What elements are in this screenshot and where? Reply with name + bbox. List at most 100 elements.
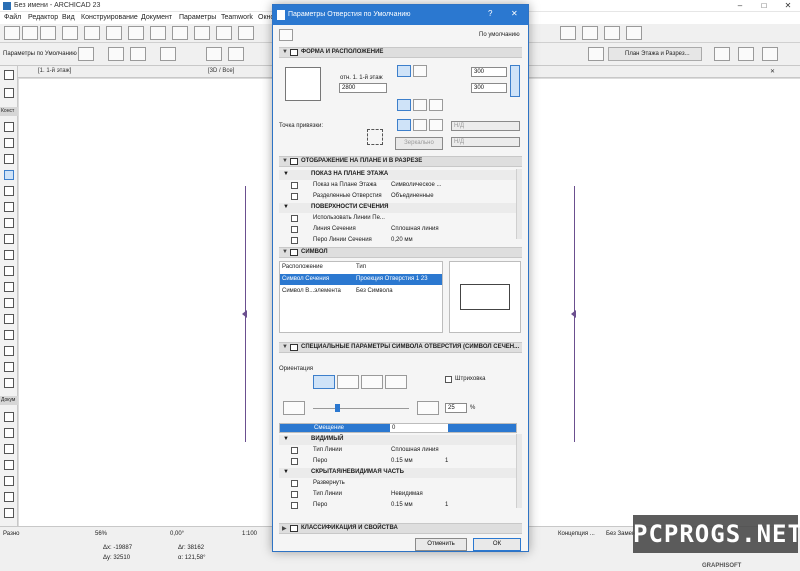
elevation-input[interactable]: 2800 [339, 83, 387, 93]
mesh-tool-icon[interactable] [4, 362, 14, 372]
geometry-method-icon[interactable] [108, 47, 124, 61]
row-lock-checkbox[interactable] [291, 447, 298, 454]
snap-icon[interactable] [128, 26, 144, 40]
undo-icon[interactable] [62, 26, 78, 40]
skylight-tool-icon[interactable] [4, 282, 14, 292]
rectangle-shape-button[interactable] [397, 65, 411, 77]
setting-row[interactable]: Перо Линии Сечения 0,20 мм [279, 236, 517, 246]
orientation-button-2[interactable] [413, 99, 427, 111]
zoom-value[interactable]: 56% [95, 531, 107, 537]
circle-tool-icon[interactable] [4, 508, 14, 518]
menu-design[interactable]: Конструирование [81, 14, 138, 21]
menu-edit[interactable]: Редактор [28, 14, 58, 21]
menu-teamwork[interactable]: Teamwork [221, 14, 253, 21]
hatch-checkbox[interactable] [445, 376, 452, 383]
minimize-button[interactable]: – [728, 0, 752, 12]
setting-row[interactable]: Перо 0.15 мм 1 [279, 457, 517, 467]
width-input[interactable]: 300 [471, 67, 507, 77]
cancel-button[interactable]: Отменить [415, 538, 467, 551]
circle-shape-icon[interactable] [228, 47, 244, 61]
open-file-icon[interactable] [22, 26, 38, 40]
row-lock-checkbox[interactable] [291, 458, 298, 465]
link-dimensions-icon[interactable] [510, 65, 520, 97]
mode-label[interactable]: Разно [3, 531, 19, 537]
save-icon[interactable] [40, 26, 56, 40]
row-lock-checkbox[interactable] [291, 502, 298, 509]
design-group-header[interactable]: Конст [0, 107, 18, 116]
favorites-star-icon[interactable] [279, 29, 293, 41]
maximize-button[interactable]: □ [752, 0, 776, 12]
slab-tool-icon[interactable] [4, 378, 14, 388]
level-tool-icon[interactable] [4, 428, 14, 438]
roof-tool-icon[interactable] [4, 250, 14, 260]
display-scrollbar[interactable] [516, 169, 522, 239]
3d-view-icon[interactable] [560, 26, 576, 40]
beam-tool-icon[interactable] [4, 154, 14, 164]
orientation-button-3[interactable] [429, 99, 443, 111]
view-map-icon[interactable] [588, 47, 604, 61]
group-header-row[interactable]: ПОВЕРХНОСТИ СЕЧЕНИЯ ▼ [279, 203, 517, 213]
extrusion-button-2[interactable] [413, 119, 427, 131]
anchor-icon[interactable] [160, 47, 176, 61]
setting-row[interactable]: Разделенные Отверстия Объединенные [279, 192, 517, 202]
setting-row[interactable]: Показ на Плане Этажа Символическое ... [279, 181, 517, 191]
row-lock-checkbox[interactable] [291, 215, 298, 222]
section-display-header[interactable]: ▼ ОТОБРАЖЕНИЕ НА ПЛАНЕ И В РАЗРЕЗЕ [279, 156, 522, 167]
section-special-header[interactable]: ▼ СПЕЦИАЛЬНЫЕ ПАРАМЕТРЫ СИМВОЛА ОТВЕРСТИ… [279, 342, 522, 353]
anchor-grid-icon[interactable] [367, 129, 383, 145]
stair-tool-icon[interactable] [4, 218, 14, 228]
opening-tool-icon[interactable] [4, 170, 14, 180]
render-settings-icon[interactable] [714, 47, 730, 61]
collapse-arrow-icon[interactable]: ▼ [283, 436, 289, 442]
zone-tool-icon[interactable] [4, 346, 14, 356]
layers-icon[interactable] [172, 26, 188, 40]
wall-tool-icon[interactable] [4, 122, 14, 132]
rectangle-shape-icon-2[interactable] [206, 47, 222, 61]
collapse-arrow-icon[interactable]: ▼ [283, 204, 289, 210]
section-symbol-header[interactable]: ▼ СИМВОЛ [279, 247, 522, 258]
tab-floor-plan[interactable]: [1. 1-й этаж] [38, 68, 71, 74]
camera-icon[interactable] [738, 47, 754, 61]
row-lock-checkbox[interactable] [291, 237, 298, 244]
height-input[interactable]: 300 [471, 83, 507, 93]
dimension-tool-icon[interactable] [4, 412, 14, 422]
section-form-header[interactable]: ▼ ФОРМА И РАСПОЛОЖЕНИЕ [279, 47, 522, 58]
collapse-arrow-icon[interactable]: ▼ [283, 469, 289, 475]
group-header-row[interactable]: ВИДИМЫЙ ▼ [279, 435, 517, 445]
percent-input[interactable]: 25 [445, 403, 467, 413]
fill-icon[interactable] [194, 26, 210, 40]
symbol-row[interactable]: Символ В...элемента Без Символа [280, 286, 442, 297]
close-tab-icon[interactable]: ✕ [770, 68, 775, 75]
orientation-option-1[interactable] [313, 375, 335, 389]
row-lock-checkbox[interactable] [291, 480, 298, 487]
label-tool-icon[interactable] [4, 460, 14, 470]
line-tool-icon[interactable] [4, 492, 14, 502]
ratio-slider-thumb[interactable] [335, 404, 340, 412]
row-lock-checkbox[interactable] [291, 226, 298, 233]
orientation-option-3[interactable] [361, 375, 383, 389]
collapse-arrow-icon[interactable]: ▼ [283, 171, 289, 177]
close-app-button[interactable]: ✕ [776, 0, 800, 12]
render-icon[interactable] [604, 26, 620, 40]
menu-view[interactable]: Вид [62, 14, 75, 21]
orientation-button-1[interactable] [397, 99, 411, 111]
dialog-close-button[interactable]: ✕ [511, 9, 518, 18]
extrusion-button-1[interactable] [397, 119, 411, 131]
section-icon[interactable] [582, 26, 598, 40]
row-lock-checkbox[interactable] [291, 182, 298, 189]
setting-row[interactable]: Тип Линии Невидимая [279, 490, 517, 500]
row-lock-checkbox[interactable] [291, 193, 298, 200]
arrow-tool-icon[interactable] [4, 70, 14, 80]
group-header-row[interactable]: ПОКАЗ НА ПЛАНЕ ЭТАЖА ▼ [279, 170, 517, 180]
ok-button[interactable]: ОК [473, 538, 521, 551]
object-tool-icon[interactable] [4, 330, 14, 340]
setting-row[interactable]: Линия Сечения Сплошная линия [279, 225, 517, 235]
extrusion-button-3[interactable] [429, 119, 443, 131]
menu-options[interactable]: Параметры [179, 14, 216, 21]
text-tool-icon[interactable] [4, 444, 14, 454]
layout-icon[interactable] [238, 26, 254, 40]
help-button[interactable]: ? [488, 9, 492, 18]
selection-arrow-icon[interactable] [84, 26, 100, 40]
door-tool-icon[interactable] [4, 186, 14, 196]
tab-3d[interactable]: [3D / Все] [208, 68, 234, 74]
